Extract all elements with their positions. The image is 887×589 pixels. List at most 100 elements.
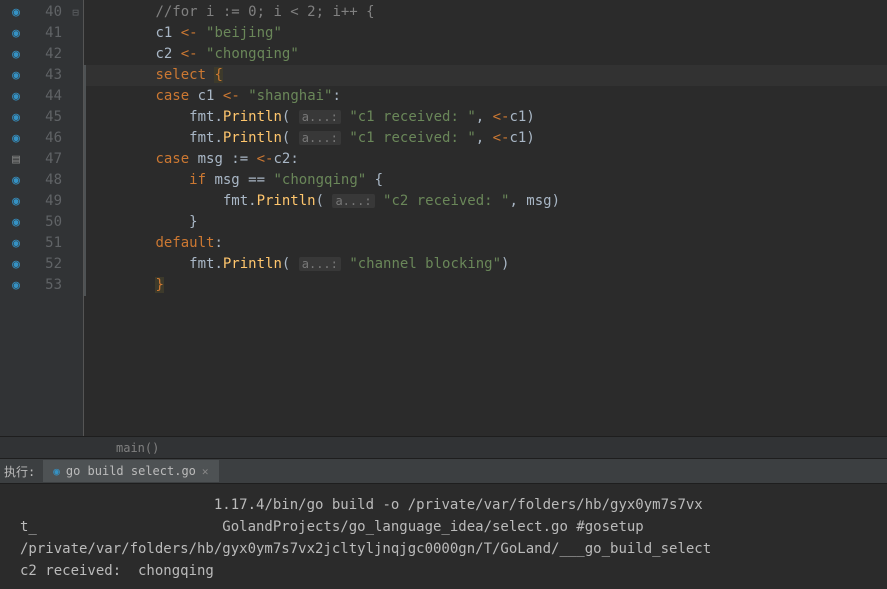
fold-marker[interactable] [68,233,83,254]
fold-marker[interactable] [68,65,83,86]
token: { [214,67,222,83]
token: "c1 received: " [349,130,475,146]
token: : [332,88,340,104]
code-line[interactable]: fmt.Println( a...: "c1 received: ", <-c1… [84,107,887,128]
fold-marker[interactable] [68,275,83,296]
line-number[interactable]: 50 [32,212,68,233]
go-file-icon: ◉ [53,465,60,478]
line-number[interactable]: 47 [32,149,68,170]
fold-marker[interactable] [68,128,83,149]
code-line[interactable]: default: [84,233,887,254]
token: a...: [299,257,341,271]
code-line[interactable]: } [84,275,887,296]
line-number[interactable]: 51 [32,233,68,254]
fold-marker[interactable] [68,149,83,170]
code-line[interactable]: c1 <- "beijing" [84,23,887,44]
line-number-gutter[interactable]: 4041424344454647484950515253 [32,0,68,436]
fold-marker[interactable] [68,107,83,128]
line-number[interactable]: 49 [32,191,68,212]
line-number[interactable]: 48 [32,170,68,191]
token: "beijing" [206,25,282,41]
breadcrumb-item[interactable]: main() [116,441,159,455]
code-line[interactable]: c2 <- "chongqing" [84,44,887,65]
breakpoint-icon[interactable]: ◉ [12,65,20,86]
line-number[interactable]: 42 [32,44,68,65]
fold-marker[interactable] [68,191,83,212]
token: ( [282,130,299,146]
line-number[interactable]: 41 [32,23,68,44]
code-line[interactable]: select { [84,65,887,86]
breakpoint-icon[interactable]: ◉ [12,191,20,212]
fold-marker[interactable] [68,86,83,107]
token: select [155,67,214,83]
code-line[interactable]: case msg := <-c2: [84,149,887,170]
fold-marker[interactable] [68,254,83,275]
token: ) [552,193,560,209]
token: c1 [198,88,223,104]
code-line[interactable]: if msg == "chongqing" { [84,170,887,191]
breadcrumb[interactable]: main() [0,436,887,458]
fold-gutter[interactable]: ⊟ [68,0,84,436]
code-line[interactable]: //for i := 0; i < 2; i++ { [84,2,887,23]
token: <- [223,88,240,104]
code-line[interactable]: fmt.Println( a...: "c2 received: ", msg) [84,191,887,212]
code-line[interactable]: case c1 <- "shanghai": [84,86,887,107]
token: ) [526,109,534,125]
code-line[interactable]: } [84,212,887,233]
token: c2 [155,46,180,62]
token: "channel blocking" [349,256,501,272]
breakpoint-icon[interactable]: ◉ [12,44,20,65]
breakpoint-icon[interactable]: ◉ [12,23,20,44]
line-number[interactable]: 46 [32,128,68,149]
breakpoint-icon[interactable]: ◉ [12,233,20,254]
breakpoint-gutter[interactable]: ◉◉◉◉◉◉◉▤◉◉◉◉◉◉ [0,0,32,436]
breakpoint-icon[interactable]: ◉ [12,107,20,128]
code-editor[interactable]: //for i := 0; i < 2; i++ { c1 <- "beijin… [84,0,887,436]
token: if [189,172,214,188]
token: a...: [299,131,341,145]
breakpoint-icon[interactable]: ◉ [12,170,20,191]
code-line[interactable]: fmt.Println( a...: "channel blocking") [84,254,887,275]
token: "chongqing" [206,46,299,62]
token: c2: [273,151,298,167]
fold-marker[interactable]: ⊟ [68,2,83,23]
breakpoint-icon[interactable]: ◉ [12,254,20,275]
token: , [476,130,493,146]
terminal-output[interactable]: 1.17.4/bin/go build -o /private/var/fold… [0,484,887,588]
line-number[interactable]: 53 [32,275,68,296]
line-number[interactable]: 44 [32,86,68,107]
token [198,46,206,62]
breakpoint-icon[interactable]: ◉ [12,212,20,233]
breakpoint-icon[interactable]: ◉ [12,2,20,23]
token: ) [526,130,534,146]
line-number[interactable]: 40 [32,2,68,23]
token: <- [257,151,274,167]
token: c1 [509,130,526,146]
terminal-line: /private/var/folders/hb/gyx0ym7s7vx2jclt… [20,538,873,560]
breakpoint-icon[interactable]: ▤ [12,149,20,170]
token: "chongqing" [273,172,366,188]
token: "shanghai" [248,88,332,104]
code-line[interactable]: fmt.Println( a...: "c1 received: ", <-c1… [84,128,887,149]
breakpoint-icon[interactable]: ◉ [12,128,20,149]
breakpoint-icon[interactable]: ◉ [12,86,20,107]
line-number[interactable]: 52 [32,254,68,275]
fold-marker[interactable] [68,212,83,233]
fold-marker[interactable] [68,44,83,65]
token: a...: [332,194,374,208]
terminal-tab[interactable]: ◉ go build select.go ✕ [43,460,218,482]
line-number[interactable]: 45 [32,107,68,128]
breakpoint-icon[interactable]: ◉ [12,275,20,296]
token: case [155,88,197,104]
fold-marker[interactable] [68,170,83,191]
token [198,25,206,41]
line-number[interactable]: 43 [32,65,68,86]
fold-marker[interactable] [68,23,83,44]
close-icon[interactable]: ✕ [202,465,209,478]
token: ( [282,109,299,125]
token: c1 [509,109,526,125]
token: a...: [299,110,341,124]
token: "c2 received: " [383,193,509,209]
token: Println [223,109,282,125]
terminal-tab-label: go build select.go [66,464,196,478]
